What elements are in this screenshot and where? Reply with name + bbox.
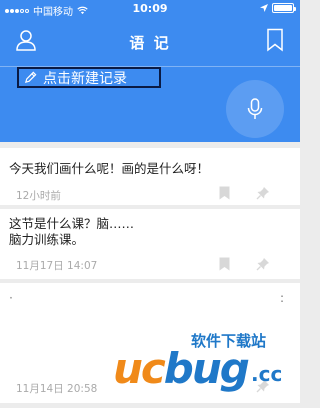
header-panel: 中国移动 10:09 语 记 点击新建记录	[0, 0, 300, 142]
battery-icon	[272, 3, 296, 13]
watermark-logo: ucbug	[113, 344, 250, 393]
new-record-label: 点击新建记录	[43, 70, 127, 87]
note-card[interactable]: 今天我们画什么呢！画的是什么呀！ 12小时前	[0, 148, 300, 205]
note-pin-icon[interactable]	[256, 186, 270, 200]
new-record-button[interactable]: 点击新建记录	[17, 67, 161, 88]
note-time: 12小时前	[16, 190, 61, 202]
note-more-icon[interactable]: :	[280, 291, 284, 305]
status-bar: 中国移动 10:09	[0, 0, 300, 18]
status-time: 10:09	[132, 2, 168, 15]
watermark-domain: .cc	[251, 362, 283, 386]
voice-record-button[interactable]	[226, 80, 284, 138]
note-text: ·	[9, 290, 13, 305]
microphone-icon	[247, 98, 263, 119]
page-title: 语 记	[129, 34, 171, 52]
location-arrow-icon	[260, 4, 268, 12]
note-text-line: 脑力训练课。	[9, 232, 85, 247]
watermark-logo-bug: bug	[163, 344, 250, 393]
note-text: 今天我们画什么呢！画的是什么呀！	[9, 161, 210, 176]
nav-bar: 语 记	[0, 22, 300, 62]
note-pin-icon[interactable]	[256, 257, 270, 271]
note-bookmark-icon[interactable]	[219, 257, 230, 271]
note-card[interactable]: 这节是什么课？脑…… 脑力训练课。 11月17日 14:07	[0, 209, 300, 279]
note-bookmark-icon[interactable]	[219, 186, 230, 200]
note-time: 11月17日 14:07	[16, 260, 98, 272]
watermark-logo-uc: uc	[113, 344, 166, 393]
status-right	[260, 3, 296, 13]
site-watermark-logo: 软件下载站 ucbug .cc	[113, 330, 299, 392]
note-text-line: 这节是什么课？脑……	[9, 216, 135, 231]
bookmark-icon[interactable]	[266, 28, 284, 52]
note-time: 11月14日 20:58	[16, 383, 98, 395]
pencil-icon	[24, 71, 37, 84]
